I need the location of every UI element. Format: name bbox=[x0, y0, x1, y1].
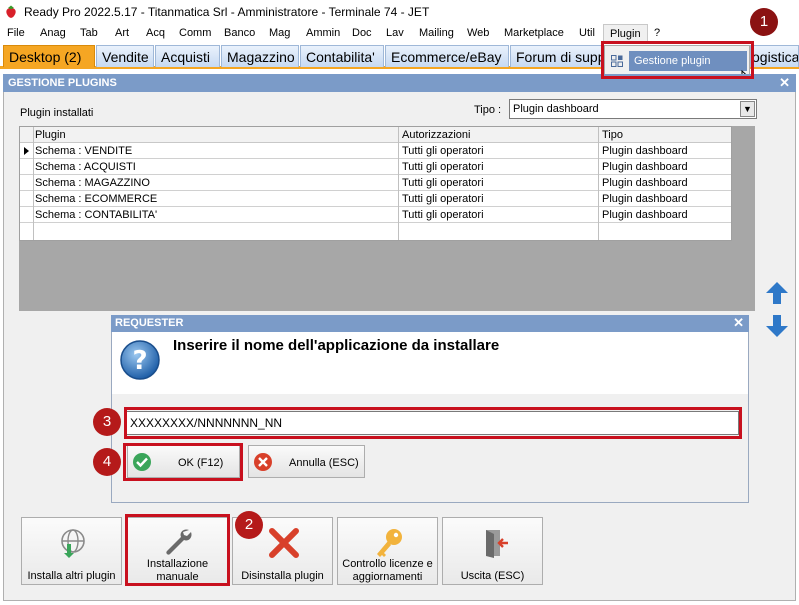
menu-tab[interactable]: Tab bbox=[80, 27, 98, 39]
menu-art[interactable]: Art bbox=[115, 27, 129, 39]
svg-text:?: ? bbox=[132, 346, 147, 376]
tab-magazzino[interactable]: Magazzino bbox=[221, 45, 299, 67]
cell-autorizzazioni: Tutti gli operatori bbox=[402, 193, 484, 205]
install-other-plugins-label: Installa altri plugin bbox=[27, 570, 116, 582]
menu-acq[interactable]: Acq bbox=[146, 27, 165, 39]
menu-comm[interactable]: Comm bbox=[179, 27, 211, 39]
move-down-button[interactable] bbox=[764, 313, 790, 339]
strawberry-logo-icon bbox=[6, 5, 16, 18]
menu-file[interactable]: File bbox=[7, 27, 25, 39]
license-check-label-2: aggiornamenti bbox=[352, 571, 423, 583]
delete-x-icon bbox=[269, 528, 299, 558]
license-check-button[interactable]: Controllo licenze e aggiornamenti bbox=[337, 517, 438, 585]
license-check-label-1: Controllo licenze e bbox=[342, 558, 433, 570]
highlight-input bbox=[124, 407, 742, 439]
column-header-tipo[interactable]: Tipo bbox=[602, 129, 623, 141]
step-badge-3: 3 bbox=[93, 408, 121, 436]
tipo-select[interactable]: Plugin dashboard ▼ bbox=[509, 99, 757, 119]
cell-autorizzazioni: Tutti gli operatori bbox=[402, 161, 484, 173]
requester-title: REQUESTER bbox=[115, 317, 184, 329]
cell-plugin: Schema : MAGAZZINO bbox=[35, 177, 150, 189]
tab-forum[interactable]: Forum di supp bbox=[510, 45, 606, 67]
column-header-autorizzazioni[interactable]: Autorizzazioni bbox=[402, 129, 470, 141]
tab-vendite[interactable]: Vendite bbox=[96, 45, 154, 67]
highlight-ok-button bbox=[123, 443, 243, 481]
key-icon bbox=[377, 529, 402, 557]
globe-download-icon bbox=[61, 529, 85, 558]
tab-logistica[interactable]: ogistica bbox=[750, 45, 799, 67]
window-title: Ready Pro 2022.5.17 - Titanmatica Srl - … bbox=[24, 5, 430, 19]
question-icon: ? bbox=[120, 340, 160, 380]
cell-plugin: Schema : ACQUISTI bbox=[35, 161, 136, 173]
step-badge-2: 2 bbox=[235, 511, 263, 539]
grid-divider bbox=[398, 127, 399, 240]
menu-help[interactable]: ? bbox=[654, 27, 660, 39]
tab-acquisti[interactable]: Acquisti bbox=[155, 45, 220, 67]
menu-banco[interactable]: Banco bbox=[224, 27, 255, 39]
tab-desktop[interactable]: Desktop (2) bbox=[3, 45, 95, 67]
step-badge-4: 4 bbox=[93, 448, 121, 476]
requester-prompt: Inserire il nome dell'applicazione da in… bbox=[173, 337, 500, 354]
table-row-empty[interactable] bbox=[20, 223, 731, 239]
highlight-manual-install bbox=[125, 514, 230, 586]
requester-header: REQUESTER ✕ bbox=[111, 315, 749, 332]
grid-empty-area-right bbox=[732, 126, 755, 311]
highlight-plugin-menu bbox=[601, 41, 754, 79]
menu-mag[interactable]: Mag bbox=[269, 27, 290, 39]
cell-tipo: Plugin dashboard bbox=[602, 161, 688, 173]
uninstall-plugin-label: Disinstalla plugin bbox=[241, 570, 324, 582]
menu-mailing[interactable]: Mailing bbox=[419, 27, 454, 39]
tab-contabilita[interactable]: Contabilita' bbox=[300, 45, 384, 67]
cell-tipo: Plugin dashboard bbox=[602, 145, 688, 157]
exit-button[interactable]: Uscita (ESC) bbox=[442, 517, 543, 585]
column-header-plugin[interactable]: Plugin bbox=[35, 129, 66, 141]
grid-empty-area bbox=[19, 241, 732, 311]
tipo-label: Tipo : bbox=[474, 104, 502, 116]
installed-plugins-label: Plugin installati bbox=[20, 107, 94, 119]
grid-divider bbox=[33, 127, 34, 240]
grid-header: Plugin Autorizzazioni Tipo bbox=[20, 127, 731, 143]
cell-tipo: Plugin dashboard bbox=[602, 177, 688, 189]
menu-util[interactable]: Util bbox=[579, 27, 595, 39]
cell-autorizzazioni: Tutti gli operatori bbox=[402, 145, 484, 157]
tipo-select-value: Plugin dashboard bbox=[513, 103, 599, 115]
panel-title: GESTIONE PLUGINS bbox=[8, 77, 117, 89]
cell-tipo: Plugin dashboard bbox=[602, 209, 688, 221]
cancel-x-icon bbox=[254, 453, 272, 471]
plugins-grid[interactable]: Plugin Autorizzazioni Tipo Schema : VEND… bbox=[19, 126, 732, 241]
cell-tipo: Plugin dashboard bbox=[602, 193, 688, 205]
cell-plugin: Schema : VENDITE bbox=[35, 145, 133, 157]
panel-close-icon[interactable]: ✕ bbox=[779, 75, 790, 91]
chevron-down-icon[interactable]: ▼ bbox=[740, 101, 755, 117]
table-row[interactable]: Schema : MAGAZZINO Tutti gli operatori P… bbox=[20, 175, 731, 191]
install-other-plugins-button[interactable]: Installa altri plugin bbox=[21, 517, 122, 585]
menu-marketplace[interactable]: Marketplace bbox=[504, 27, 564, 39]
table-row[interactable]: Schema : VENDITE Tutti gli operatori Plu… bbox=[20, 143, 731, 159]
move-up-button[interactable] bbox=[764, 280, 790, 306]
current-row-indicator-icon bbox=[24, 147, 29, 155]
table-row[interactable]: Schema : CONTABILITA' Tutti gli operator… bbox=[20, 207, 731, 223]
grid-divider bbox=[598, 127, 599, 240]
menu-web[interactable]: Web bbox=[467, 27, 489, 39]
cell-autorizzazioni: Tutti gli operatori bbox=[402, 209, 484, 221]
step-badge-1: 1 bbox=[750, 8, 778, 36]
menu-doc[interactable]: Doc bbox=[352, 27, 372, 39]
title-bar: Ready Pro 2022.5.17 - Titanmatica Srl - … bbox=[0, 0, 799, 24]
menu-ammin[interactable]: Ammin bbox=[306, 27, 340, 39]
tab-ecommerce[interactable]: Ecommerce/eBay bbox=[385, 45, 509, 67]
table-row[interactable]: Schema : ACQUISTI Tutti gli operatori Pl… bbox=[20, 159, 731, 175]
menu-anag[interactable]: Anag bbox=[40, 27, 66, 39]
cancel-button[interactable]: Annulla (ESC) bbox=[248, 445, 365, 478]
exit-label: Uscita (ESC) bbox=[460, 570, 525, 582]
requester-close-icon[interactable]: ✕ bbox=[733, 315, 744, 331]
menu-lav[interactable]: Lav bbox=[386, 27, 404, 39]
table-row[interactable]: Schema : ECOMMERCE Tutti gli operatori P… bbox=[20, 191, 731, 207]
exit-door-icon bbox=[486, 530, 508, 558]
cell-plugin: Schema : ECOMMERCE bbox=[35, 193, 158, 205]
arrow-up-icon bbox=[766, 282, 788, 304]
cell-autorizzazioni: Tutti gli operatori bbox=[402, 177, 484, 189]
cancel-button-label: Annulla (ESC) bbox=[289, 457, 359, 469]
cell-plugin: Schema : CONTABILITA' bbox=[35, 209, 158, 221]
arrow-down-icon bbox=[766, 315, 788, 337]
